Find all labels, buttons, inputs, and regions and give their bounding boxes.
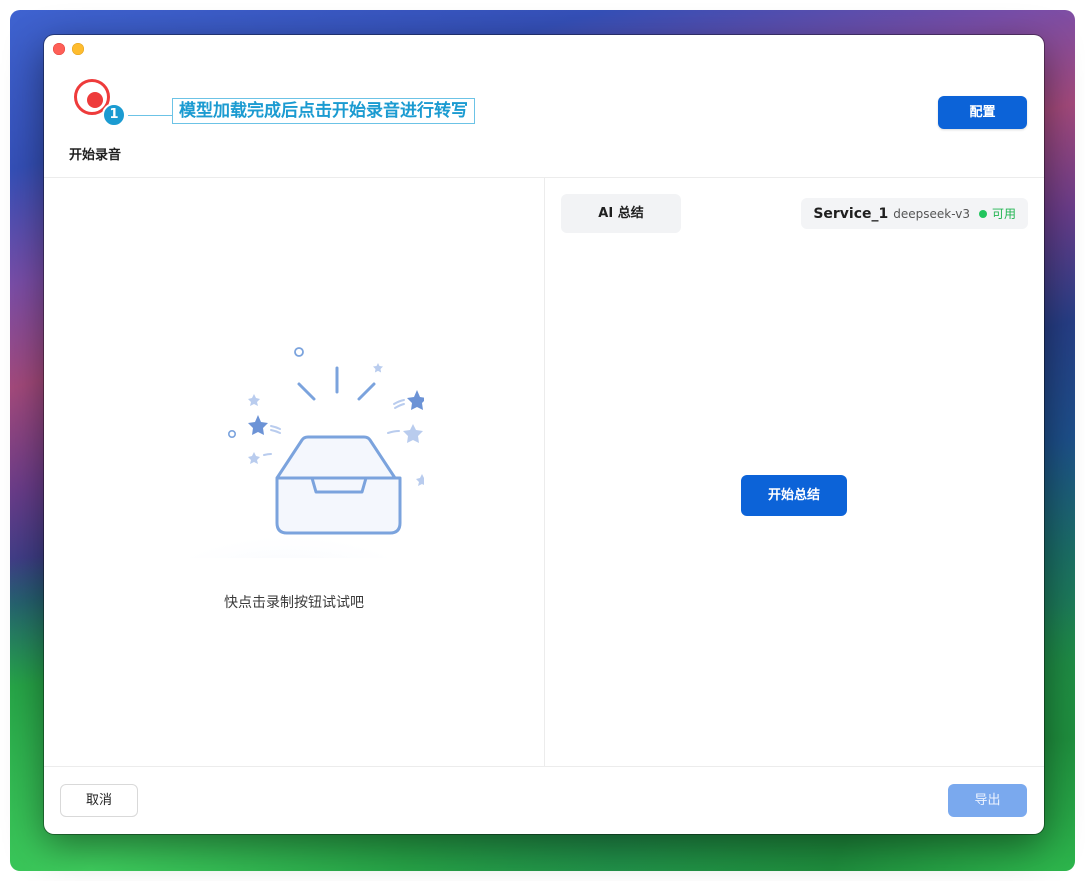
header: 1 模型加载完成后点击开始录音进行转写 开始录音 配置	[44, 35, 1044, 178]
empty-state-text: 快点击录制按钮试试吧	[224, 595, 364, 611]
onboarding-callout: 模型加载完成后点击开始录音进行转写	[172, 98, 475, 124]
empty-inbox-icon	[164, 347, 424, 558]
status-dot-icon	[978, 209, 987, 218]
service-selector[interactable]: Service_1 deepseek-v3 可用	[801, 198, 1028, 229]
service-name: Service_1	[813, 205, 889, 222]
start-summary-button[interactable]: 开始总结	[741, 475, 847, 516]
service-status: 可用	[991, 207, 1016, 221]
record-label: 开始录音	[69, 148, 122, 163]
export-button[interactable]: 导出	[948, 784, 1027, 817]
callout-connector	[128, 115, 172, 116]
transcript-pane: 快点击录制按钮试试吧	[44, 178, 545, 766]
app-window: 1 模型加载完成后点击开始录音进行转写 开始录音 配置 快点击录制按钮试试吧 A…	[44, 35, 1044, 834]
config-button[interactable]: 配置	[938, 96, 1027, 129]
record-button[interactable]: 1	[74, 79, 126, 127]
service-model: deepseek-v3	[893, 206, 970, 221]
tab-ai-summary[interactable]: AI 总结	[561, 194, 681, 233]
ai-summary-pane: AI 总结 Service_1 deepseek-v3 可用 开始总结	[545, 178, 1044, 766]
cancel-button[interactable]: 取消	[60, 784, 138, 817]
footer: 取消 导出	[44, 766, 1044, 834]
step-badge: 1	[102, 103, 126, 127]
